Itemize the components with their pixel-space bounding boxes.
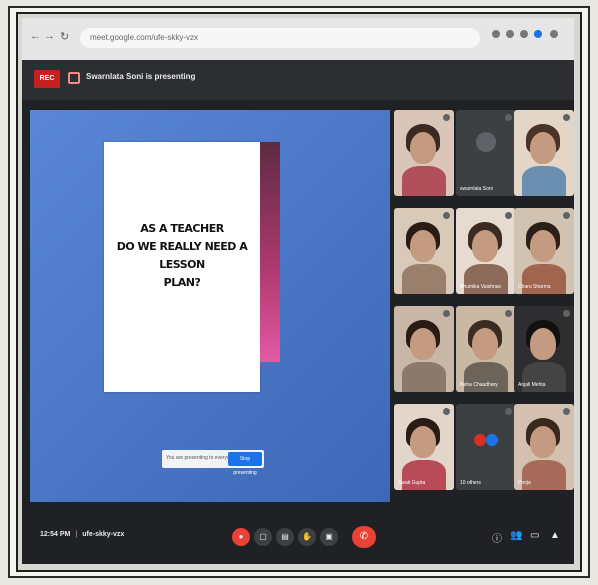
participant-name: Swati Gupta: [398, 480, 426, 486]
meet-header: REC Swarnlata Soni is presenting: [22, 60, 574, 100]
present-button[interactable]: ▣: [320, 528, 338, 546]
presenting-icon: [68, 72, 80, 84]
stop-presenting-bar: You are presenting to everyone Stop pres…: [162, 450, 264, 476]
participant-name: Charu Sharma: [518, 284, 551, 290]
back-arrow-icon[interactable]: ←: [30, 30, 41, 42]
participant-tile[interactable]: Charu Sharma: [514, 208, 574, 294]
meet-screen: ← → ↻ meet.google.com/ufe-skky-vzx REC S…: [22, 18, 574, 564]
mic-status-icon: [443, 408, 450, 415]
person-body: [402, 264, 446, 294]
person-face: [410, 132, 436, 164]
participant-tile[interactable]: Bhumika Vaishnav: [456, 208, 516, 294]
profile-avatar-icon[interactable]: [534, 30, 542, 38]
person-body: [522, 166, 566, 196]
captions-button[interactable]: ▤: [276, 528, 294, 546]
participant-tile[interactable]: 10 others: [456, 404, 516, 490]
slide-line: PLAN?: [163, 276, 201, 289]
mic-status-icon: [563, 310, 570, 317]
person-face: [410, 328, 436, 360]
mic-status-icon: [563, 114, 570, 121]
presenting-prompt: You are presenting to everyone: [166, 455, 236, 461]
presentation-slide: AS A TEACHER DO WE REALLY NEED A LESSON …: [104, 142, 260, 392]
participant-tile[interactable]: Anjali Mehta: [514, 306, 574, 392]
info-icon[interactable]: ⓘ: [492, 530, 502, 545]
participant-tile[interactable]: [394, 110, 454, 196]
extension-icon[interactable]: [492, 30, 500, 38]
participant-tile[interactable]: Neha Chaudhary: [456, 306, 516, 392]
participant-name: Pooja: [518, 480, 531, 486]
mic-status-icon: [563, 408, 570, 415]
camera-button[interactable]: ▢: [254, 528, 272, 546]
slide-line: DO WE REALLY NEED A LESSON: [116, 240, 248, 271]
participant-tile[interactable]: Pooja: [514, 404, 574, 490]
person-face: [410, 426, 436, 458]
extension-icon[interactable]: [520, 30, 528, 38]
person-body: [402, 166, 446, 196]
chat-icon[interactable]: ▭: [530, 530, 539, 541]
avatar-icon: [474, 434, 486, 446]
extension-icon[interactable]: [506, 30, 514, 38]
mic-status-icon: [443, 310, 450, 317]
end-call-button[interactable]: ✆: [352, 526, 376, 548]
participant-name: swarnlata Soni: [460, 186, 493, 192]
mic-status-icon: [505, 212, 512, 219]
person-face: [530, 230, 556, 262]
people-icon[interactable]: 👥: [510, 530, 522, 541]
avatar-icon: [486, 434, 498, 446]
participant-name: Anjali Mehta: [518, 382, 546, 388]
mic-status-icon: [505, 114, 512, 121]
participant-tile[interactable]: [514, 110, 574, 196]
menu-dots-icon[interactable]: [550, 30, 558, 38]
mic-status-icon: [443, 114, 450, 121]
shared-screen: AS A TEACHER DO WE REALLY NEED A LESSON …: [30, 110, 390, 502]
participant-tile[interactable]: swarnlata Soni: [456, 110, 516, 196]
person-face: [472, 328, 498, 360]
recording-badge: REC: [34, 70, 60, 88]
person-face: [410, 230, 436, 262]
meeting-code: ufe-skky-vzx: [82, 531, 125, 538]
meeting-time: 12:54 PM | ufe-skky-vzx: [40, 531, 125, 538]
slide-accent-band: [260, 142, 280, 362]
participant-tile[interactable]: Swati Gupta: [394, 404, 454, 490]
participant-name: Neha Chaudhary: [460, 382, 498, 388]
mic-status-icon: [563, 212, 570, 219]
browser-toolbar: ← → ↻ meet.google.com/ufe-skky-vzx: [22, 18, 574, 60]
slide-line: AS A TEACHER: [140, 222, 224, 235]
avatar-icon: [476, 132, 496, 152]
participant-name: Bhumika Vaishnav: [460, 284, 502, 290]
mic-status-icon: [505, 310, 512, 317]
clock-text: 12:54 PM: [40, 531, 71, 538]
slide-title: AS A TEACHER DO WE REALLY NEED A LESSON …: [114, 220, 250, 292]
person-face: [472, 230, 498, 262]
presenting-status: Swarnlata Soni is presenting: [86, 72, 196, 81]
mic-status-icon: [443, 212, 450, 219]
address-bar[interactable]: meet.google.com/ufe-skky-vzx: [80, 28, 480, 48]
participant-tile[interactable]: [394, 306, 454, 392]
control-bar: 12:54 PM | ufe-skky-vzx ● ▢ ▤ ✋ ▣ ✆ ⓘ 👥 …: [22, 512, 574, 564]
person-face: [530, 328, 556, 360]
stop-presenting-button[interactable]: Stop presenting: [228, 452, 262, 476]
mic-off-button[interactable]: ●: [232, 528, 250, 546]
raise-hand-button[interactable]: ✋: [298, 528, 316, 546]
person-face: [530, 426, 556, 458]
activities-icon[interactable]: ▲: [550, 530, 560, 541]
participant-tile[interactable]: [394, 208, 454, 294]
person-body: [402, 362, 446, 392]
participant-name: 10 others: [460, 480, 481, 486]
mic-status-icon: [505, 408, 512, 415]
forward-arrow-icon[interactable]: →: [44, 30, 55, 42]
person-face: [530, 132, 556, 164]
reload-icon[interactable]: ↻: [60, 30, 69, 43]
